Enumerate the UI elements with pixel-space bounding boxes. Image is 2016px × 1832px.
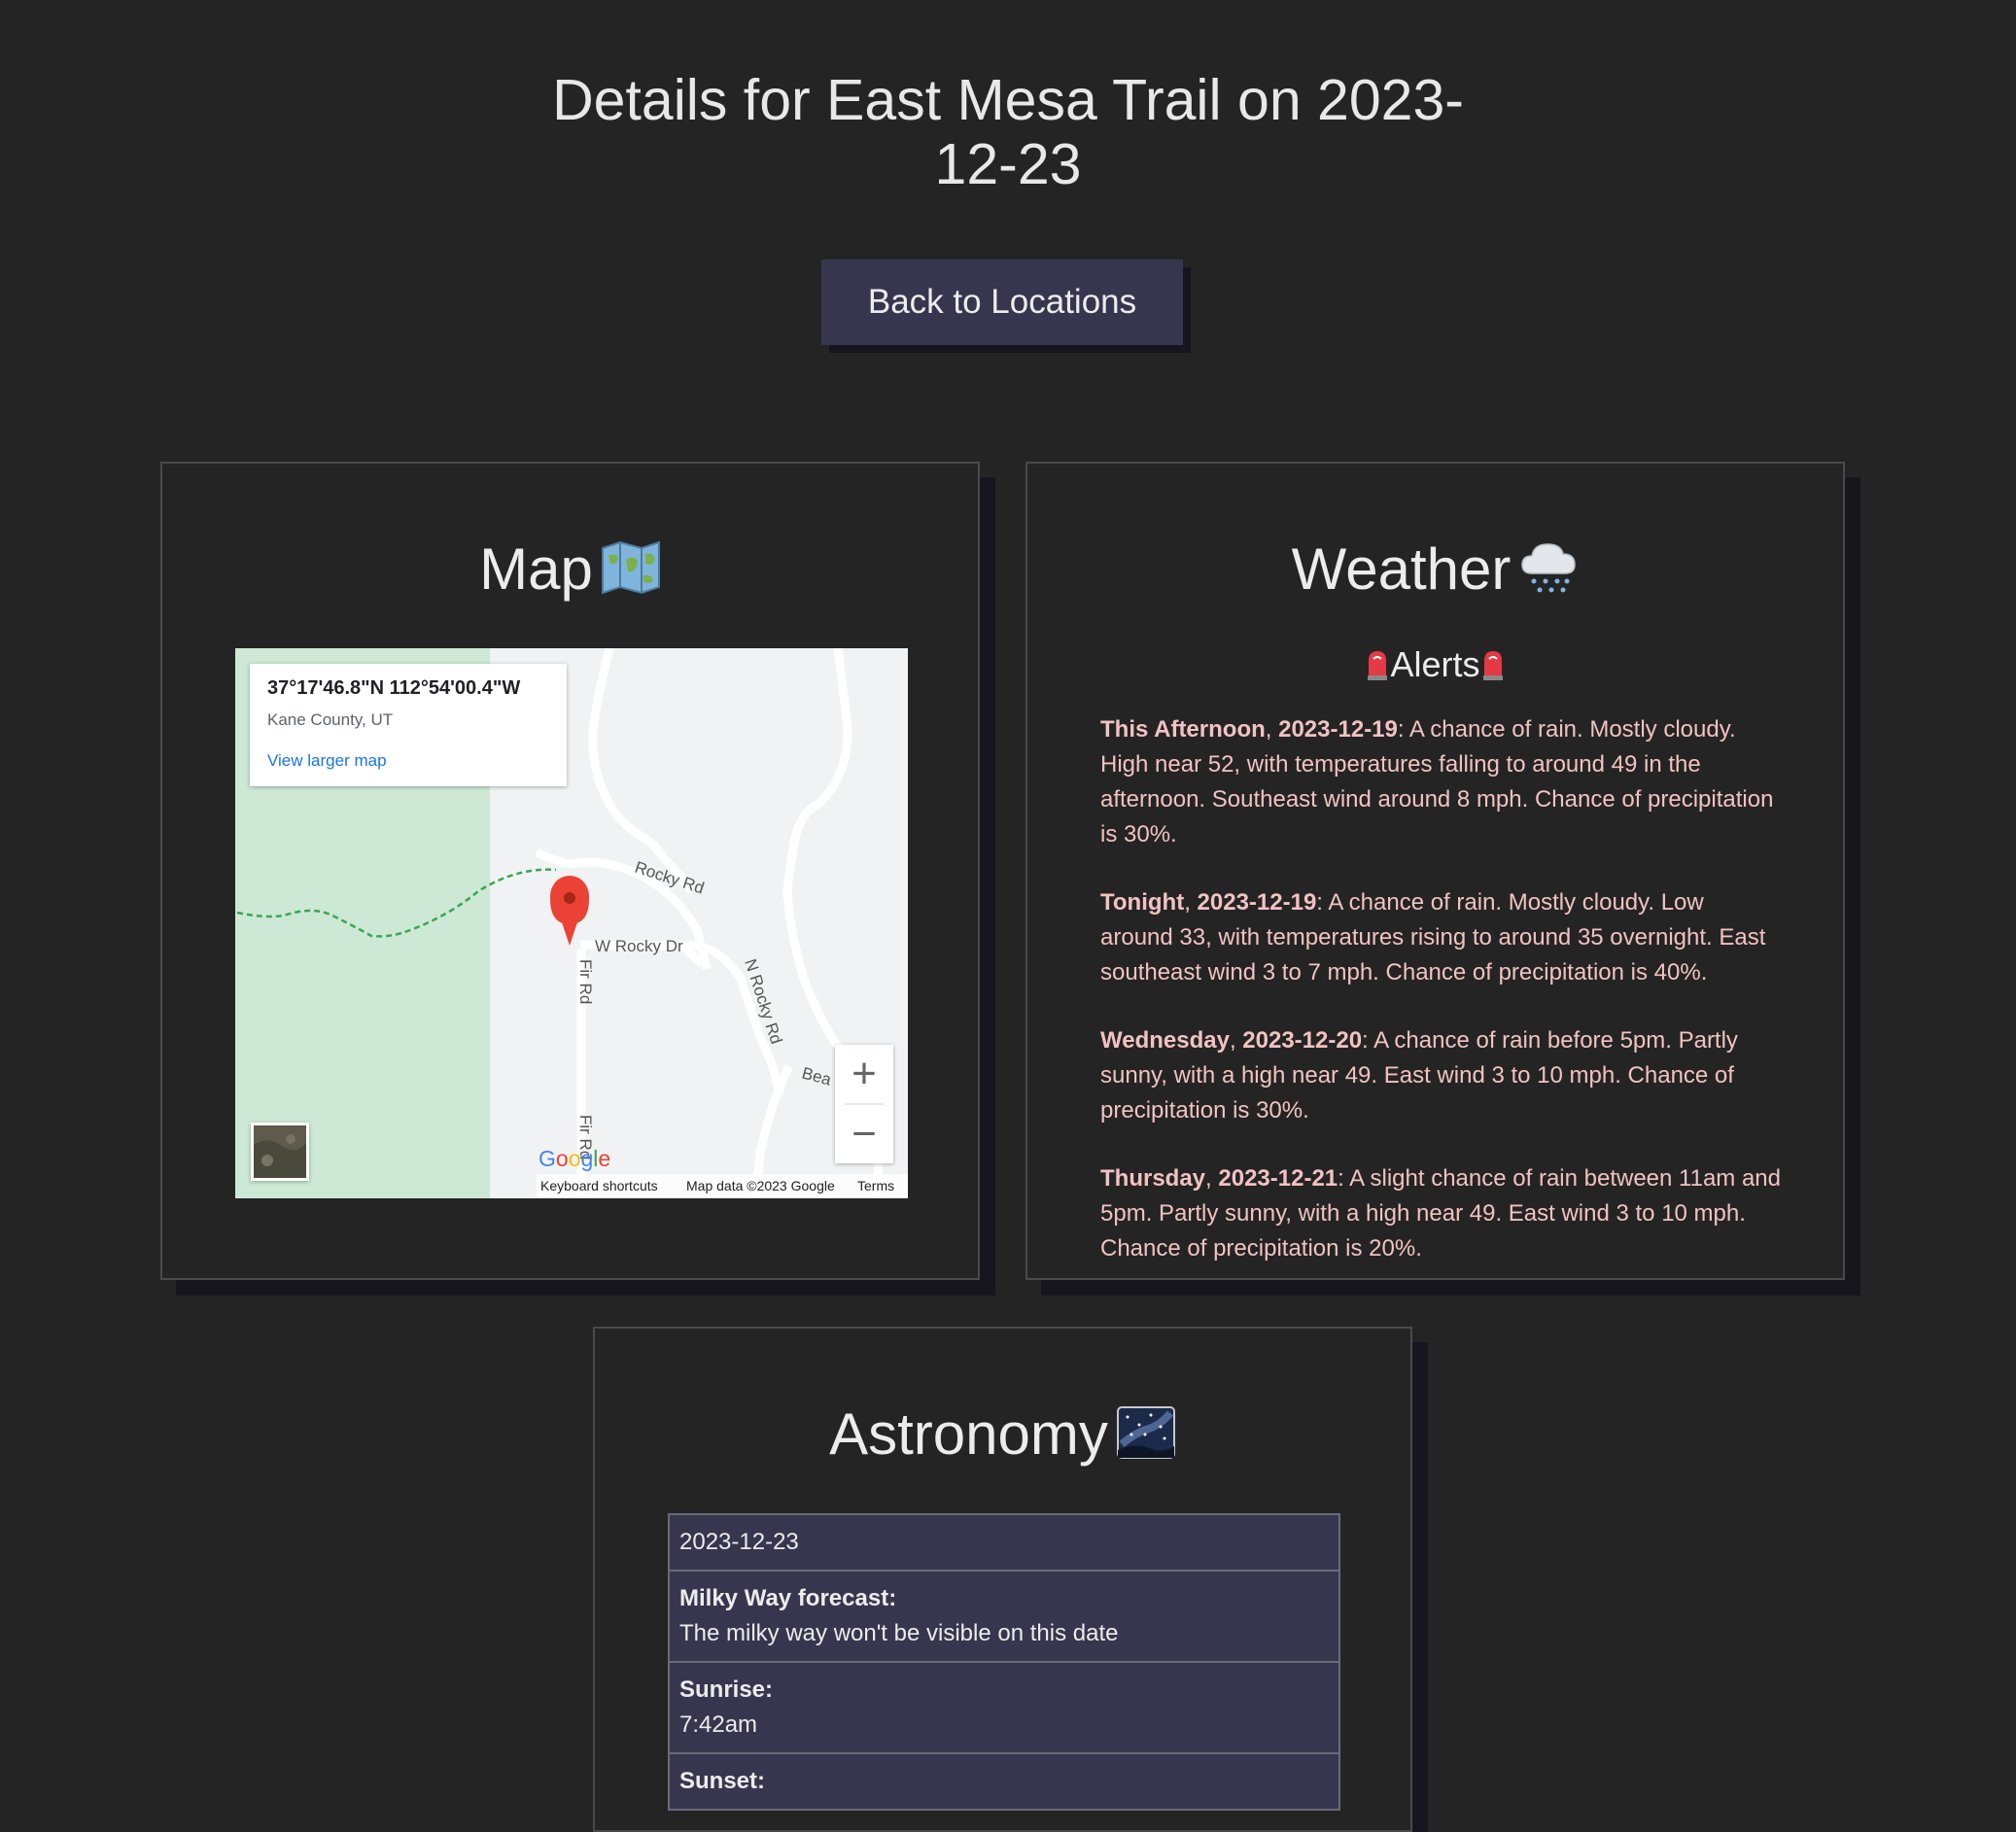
satellite-thumbnail-icon xyxy=(254,1125,306,1178)
alert-period: This Afternoon xyxy=(1100,716,1266,743)
alerts-list: This Afternoon, 2023-12-19: A chance of … xyxy=(1100,712,1782,1278)
sunset-label: Sunset: xyxy=(679,1768,766,1794)
map-data-attribution: Map data ©2023 Google xyxy=(686,1178,835,1193)
siren-icon xyxy=(1368,651,1388,680)
map-heading-text: Map xyxy=(479,536,593,602)
zoom-out-button[interactable]: − xyxy=(835,1105,893,1163)
back-to-locations-button[interactable]: Back to Locations xyxy=(821,259,1183,345)
map-card: Map Rocky Rd W Rocky Dr Fir Rd Fir Rd N … xyxy=(160,462,980,1280)
satellite-layer-toggle[interactable] xyxy=(251,1123,309,1181)
alert-date: 2023-12-19 xyxy=(1197,889,1317,916)
alert-period: Tonight xyxy=(1100,889,1185,916)
road-label-w-rocky-dr: W Rocky Dr xyxy=(595,937,683,955)
cloud-snow-icon xyxy=(1521,543,1577,593)
alert-date: 2023-12-21 xyxy=(1218,1165,1338,1192)
alert-date: 2023-12-20 xyxy=(1242,1027,1363,1054)
zoom-in-button[interactable]: + xyxy=(835,1045,893,1103)
map-attribution-bar: Keyboard shortcuts Map data ©2023 Google… xyxy=(537,1174,908,1198)
weather-heading-text: Weather xyxy=(1291,536,1512,602)
alerts-heading: Alerts xyxy=(1027,644,1843,685)
siren-icon xyxy=(1482,651,1503,680)
location-pin-icon[interactable] xyxy=(550,876,589,946)
weather-card: Weather Alerts This Afternoon, 2023-12-1… xyxy=(1025,462,1845,1280)
milky-way-value: The milky way won't be visible on this d… xyxy=(679,1620,1119,1646)
embedded-map[interactable]: Rocky Rd W Rocky Dr Fir Rd Fir Rd N Rock… xyxy=(235,648,908,1198)
world-map-icon xyxy=(601,540,660,595)
keyboard-shortcuts-link[interactable]: Keyboard shortcuts xyxy=(540,1174,658,1198)
alert-period: Thursday xyxy=(1100,1165,1206,1192)
astronomy-date: 2023-12-23 xyxy=(679,1529,799,1555)
google-logo: Google xyxy=(539,1146,611,1171)
road-label-bea: Bea xyxy=(800,1064,834,1089)
alert-item: Thursday, 2023-12-21: A slight chance of… xyxy=(1100,1165,1782,1262)
alert-period: Wednesday xyxy=(1100,1027,1230,1054)
sunrise-value: 7:42am xyxy=(679,1711,758,1738)
map-heading: Map xyxy=(162,536,978,604)
alert-item: Wednesday, 2023-12-20: A chance of rain … xyxy=(1100,1027,1738,1123)
road-label-fir-rd-1: Fir Rd xyxy=(576,959,595,1004)
astronomy-table: 2023-12-23 Milky Way forecast: The milky… xyxy=(668,1513,1340,1811)
map-info-box: 37°17'46.8"N 112°54'00.4"W Kane County, … xyxy=(250,664,567,786)
alerts-heading-text: Alerts xyxy=(1390,644,1480,684)
sunrise-row: Sunrise: 7:42am xyxy=(670,1663,1338,1754)
milky-way-row: Milky Way forecast: The milky way won't … xyxy=(670,1572,1338,1663)
sunrise-label: Sunrise: xyxy=(679,1676,774,1703)
alert-item: Tonight, 2023-12-19: A chance of rain. M… xyxy=(1100,889,1766,985)
milky-way-icon xyxy=(1116,1406,1175,1459)
milky-way-label: Milky Way forecast: xyxy=(679,1585,897,1611)
astronomy-date-row: 2023-12-23 xyxy=(670,1515,1338,1572)
astronomy-heading: Astronomy xyxy=(595,1400,1410,1469)
page-title: Details for East Mesa Trail on 2023-12-2… xyxy=(552,68,1464,196)
view-larger-map-link[interactable]: View larger map xyxy=(267,751,387,771)
alert-item: This Afternoon, 2023-12-19: A chance of … xyxy=(1100,716,1774,847)
weather-heading: Weather xyxy=(1027,536,1843,604)
coordinates-text: 37°17'46.8"N 112°54'00.4"W xyxy=(267,677,521,699)
astronomy-heading-text: Astronomy xyxy=(829,1401,1108,1467)
alert-date: 2023-12-19 xyxy=(1278,716,1398,743)
zoom-control: + − xyxy=(835,1045,893,1163)
astronomy-card: Astronomy 2023-12-23 Milky Way forecast:… xyxy=(593,1327,1412,1832)
terms-link[interactable]: Terms xyxy=(857,1174,894,1198)
sunset-row: Sunset: xyxy=(670,1754,1338,1809)
region-text: Kane County, UT xyxy=(267,710,394,729)
